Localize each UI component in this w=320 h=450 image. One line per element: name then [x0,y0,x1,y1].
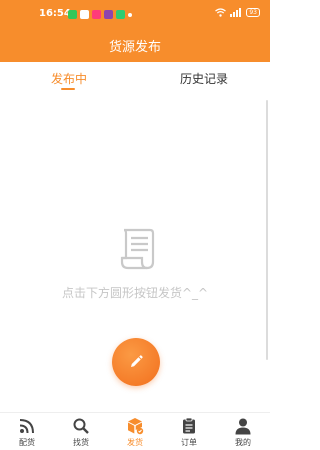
dot-notification-icon [128,13,132,17]
clipboard-icon [183,417,195,434]
app-notification-icon [80,10,89,19]
battery-indicator: 93 [246,8,260,17]
status-time: 16:54 [39,8,71,19]
wifi-icon [215,8,227,17]
search-icon [73,418,89,434]
user-icon [235,418,251,435]
tab-publishing[interactable]: 发布中 [51,70,87,87]
nav-label-dingdan: 订单 [181,438,197,447]
nav-label-peihuo: 配货 [19,438,35,447]
page-title: 货源发布 [108,40,161,55]
status-right: 93 [215,8,260,17]
shop-notification-icon [116,10,125,19]
tab-bar: 发布中 历史记录 [0,62,270,96]
pencil-icon [131,355,143,367]
nav-item-wode[interactable]: 我的 [216,413,270,450]
document-icon [120,228,155,270]
nav-label-fahuo: 发货 [127,438,143,447]
empty-state-message: 点击下方圆形按钮发货^_^ [61,286,209,300]
scrollbar[interactable] [266,100,268,360]
status-bar: 16:54 93 [0,0,270,28]
tab-history[interactable]: 历史记录 [180,70,228,87]
signal-icon [230,8,242,17]
nav-item-fahuo[interactable]: 发货 [108,413,162,450]
rss-icon [19,419,34,434]
chat-notification-icon [68,10,77,19]
nav-item-zhaohuo[interactable]: 找货 [54,413,108,450]
nav-item-peihuo[interactable]: 配货 [0,413,54,450]
video-notification-icon [92,10,101,19]
nav-item-dingdan[interactable]: 订单 [162,413,216,450]
music-notification-icon [104,10,113,19]
bottom-nav: 配货 找货 发货 订单 我的 [0,412,270,450]
publish-fab-button[interactable] [112,338,160,386]
nav-label-zhaohuo: 找货 [73,438,89,447]
active-tab-indicator [61,88,75,90]
box-icon [128,418,144,435]
notification-icons [68,10,132,19]
title-bar: 货源发布 [0,28,270,62]
nav-label-wode: 我的 [235,438,251,447]
